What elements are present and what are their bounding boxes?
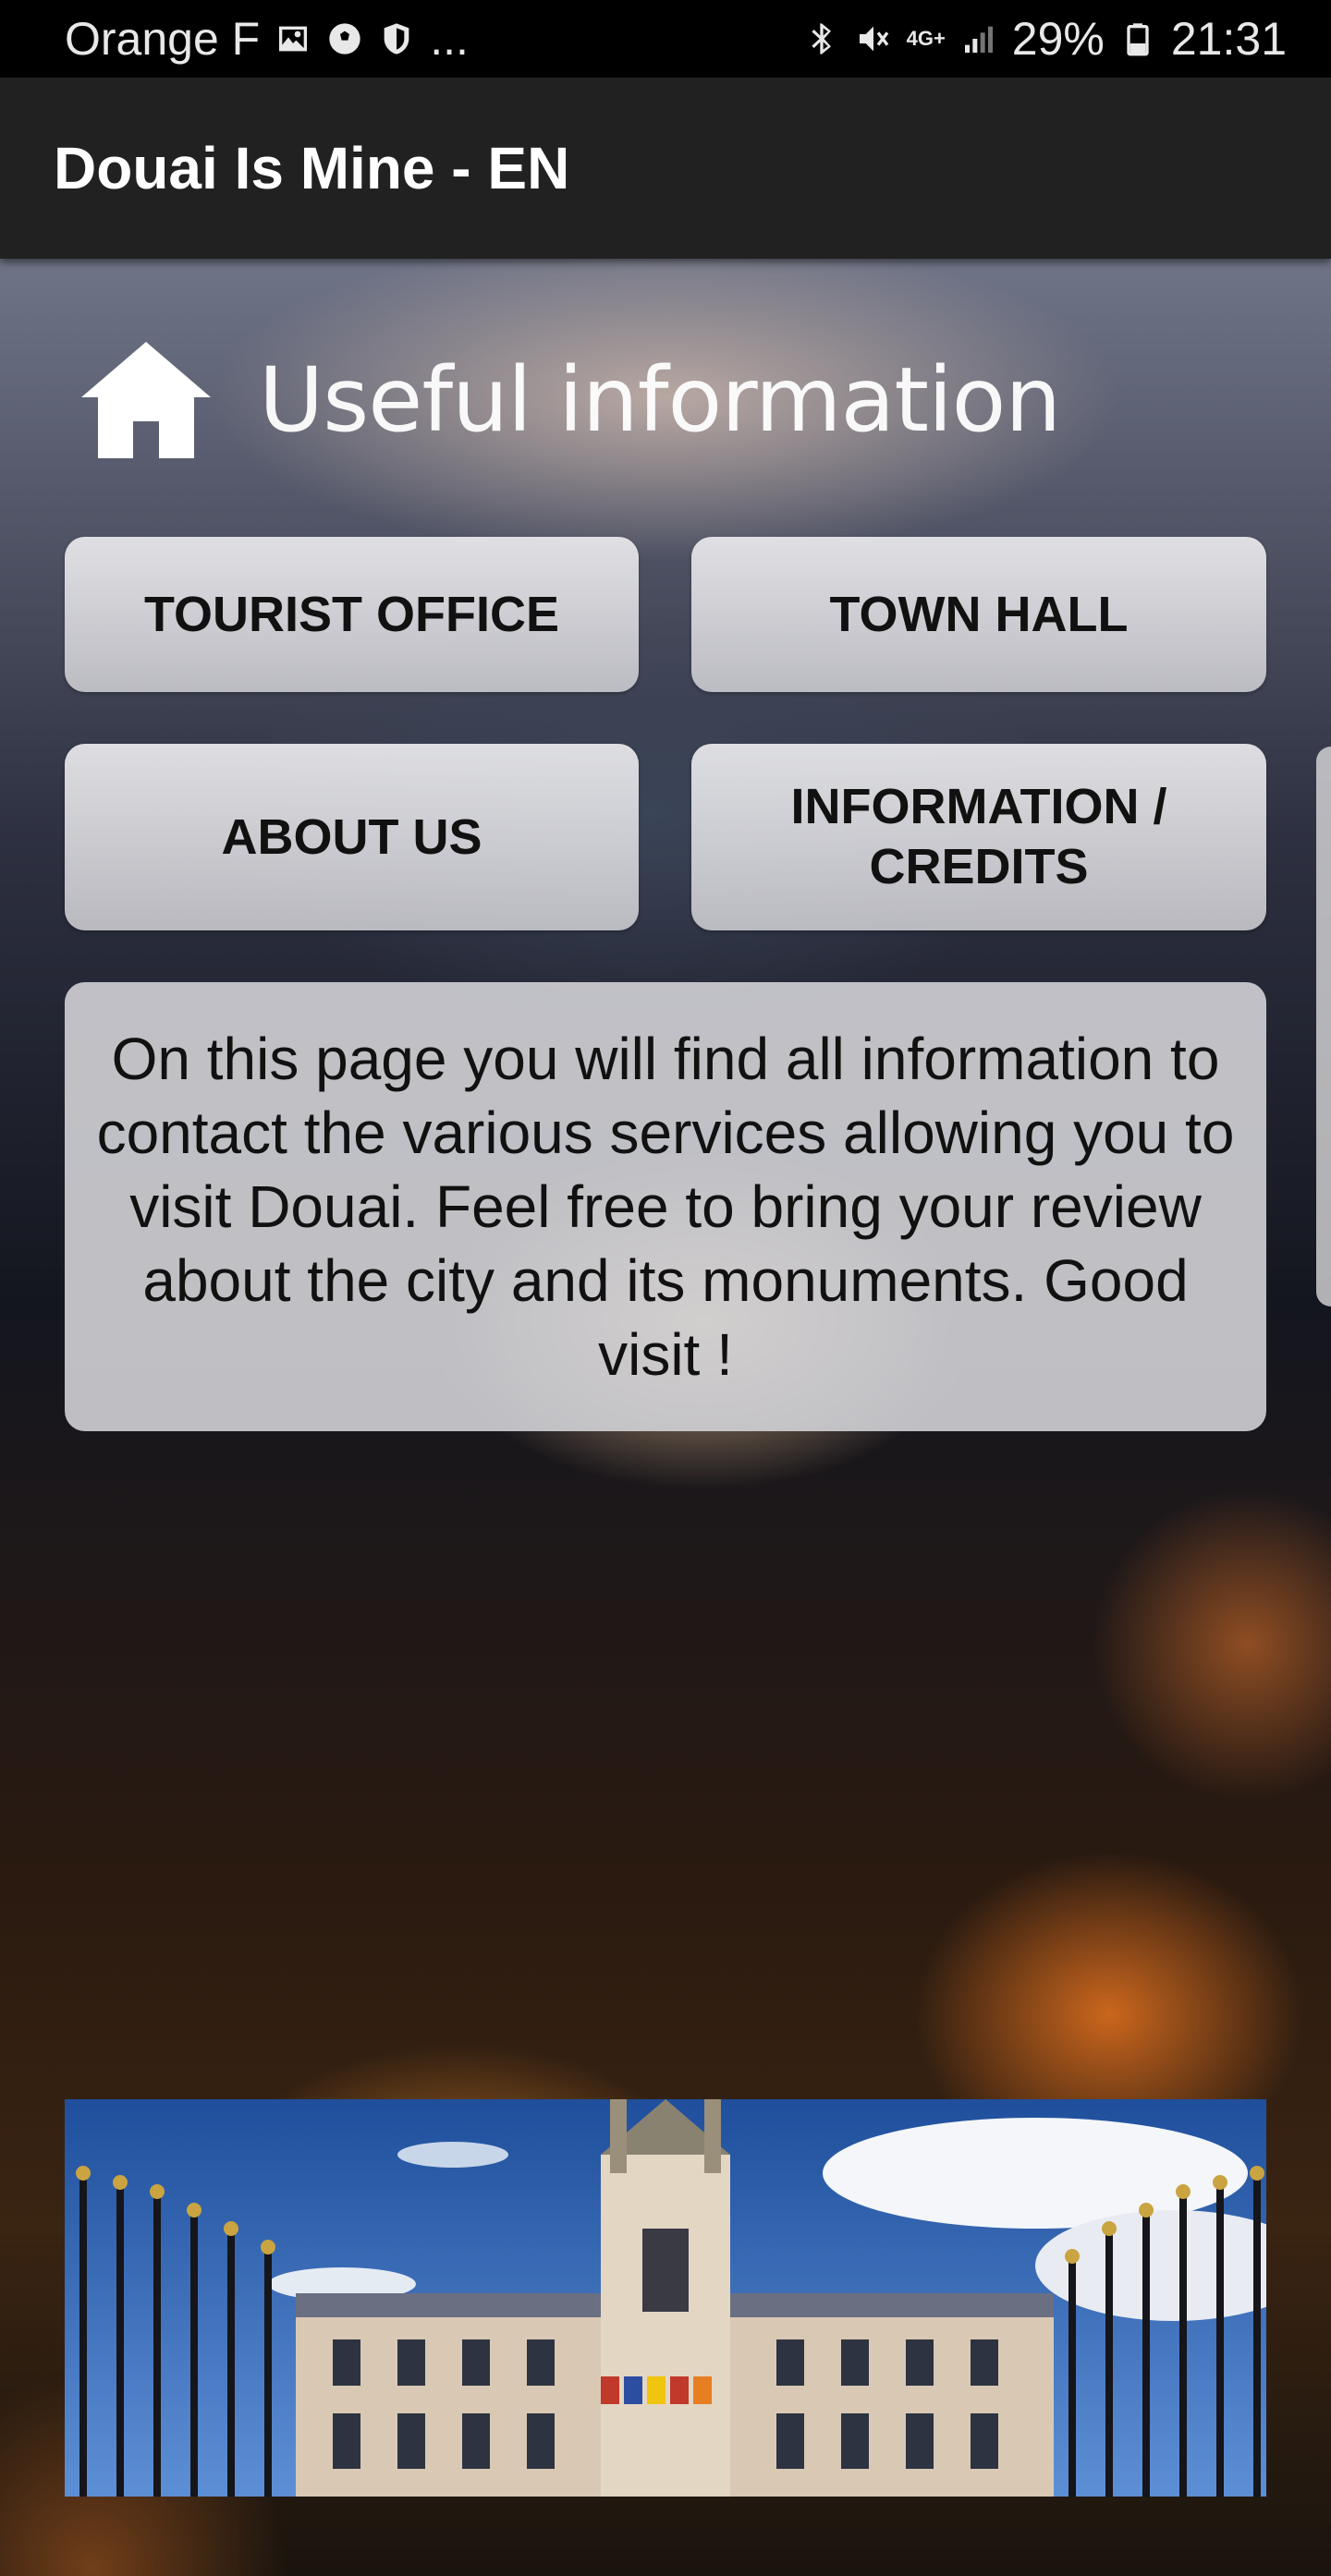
network-type-label: 4G+: [906, 27, 946, 50]
town-hall-photo: [65, 2099, 1266, 2497]
bluetooth-icon: [803, 20, 840, 57]
about-us-button[interactable]: ABOUT US: [65, 744, 639, 930]
signal-icon: [960, 20, 997, 57]
shield-icon: [378, 20, 415, 57]
information-credits-button[interactable]: INFORMATION / CREDITS: [691, 744, 1266, 930]
mute-icon: [855, 20, 892, 57]
gallery-icon: [275, 20, 311, 57]
status-bar-left: Orange F ...: [65, 12, 469, 66]
tourist-office-button[interactable]: TOURIST OFFICE: [65, 537, 639, 692]
tourist-office-label: TOURIST OFFICE: [143, 586, 559, 642]
town-hall-label: TOWN HALL: [829, 586, 1129, 642]
status-bar: Orange F ... 4G+ 29% 21:31: [0, 0, 1331, 78]
home-icon[interactable]: [81, 342, 211, 458]
info-text: On this page you will find all informati…: [96, 1026, 1235, 1388]
battery-icon: [1119, 20, 1156, 57]
more-notifications-label: ...: [430, 13, 469, 65]
information-credits-line2: CREDITS: [869, 839, 1089, 894]
battery-percent: 29%: [1011, 13, 1105, 65]
page-title: Useful information: [259, 348, 1061, 452]
app-title: Douai Is Mine - EN: [54, 135, 570, 201]
information-credits-line1: INFORMATION /: [790, 779, 1167, 835]
info-text-box: On this page you will find all informati…: [65, 982, 1266, 1431]
soccer-icon: [326, 20, 363, 57]
app-bar: Douai Is Mine - EN: [0, 78, 1331, 259]
edge-panel-handle[interactable]: [1316, 747, 1331, 1306]
section-header: Useful information: [81, 342, 1061, 458]
status-bar-right: 4G+ 29% 21:31: [803, 12, 1287, 66]
clock: 21:31: [1170, 13, 1287, 65]
about-us-label: ABOUT US: [221, 808, 482, 865]
carrier-label: Orange F: [65, 13, 261, 65]
town-hall-button[interactable]: TOWN HALL: [691, 537, 1266, 692]
information-credits-label: INFORMATION / CREDITS: [791, 777, 1167, 897]
